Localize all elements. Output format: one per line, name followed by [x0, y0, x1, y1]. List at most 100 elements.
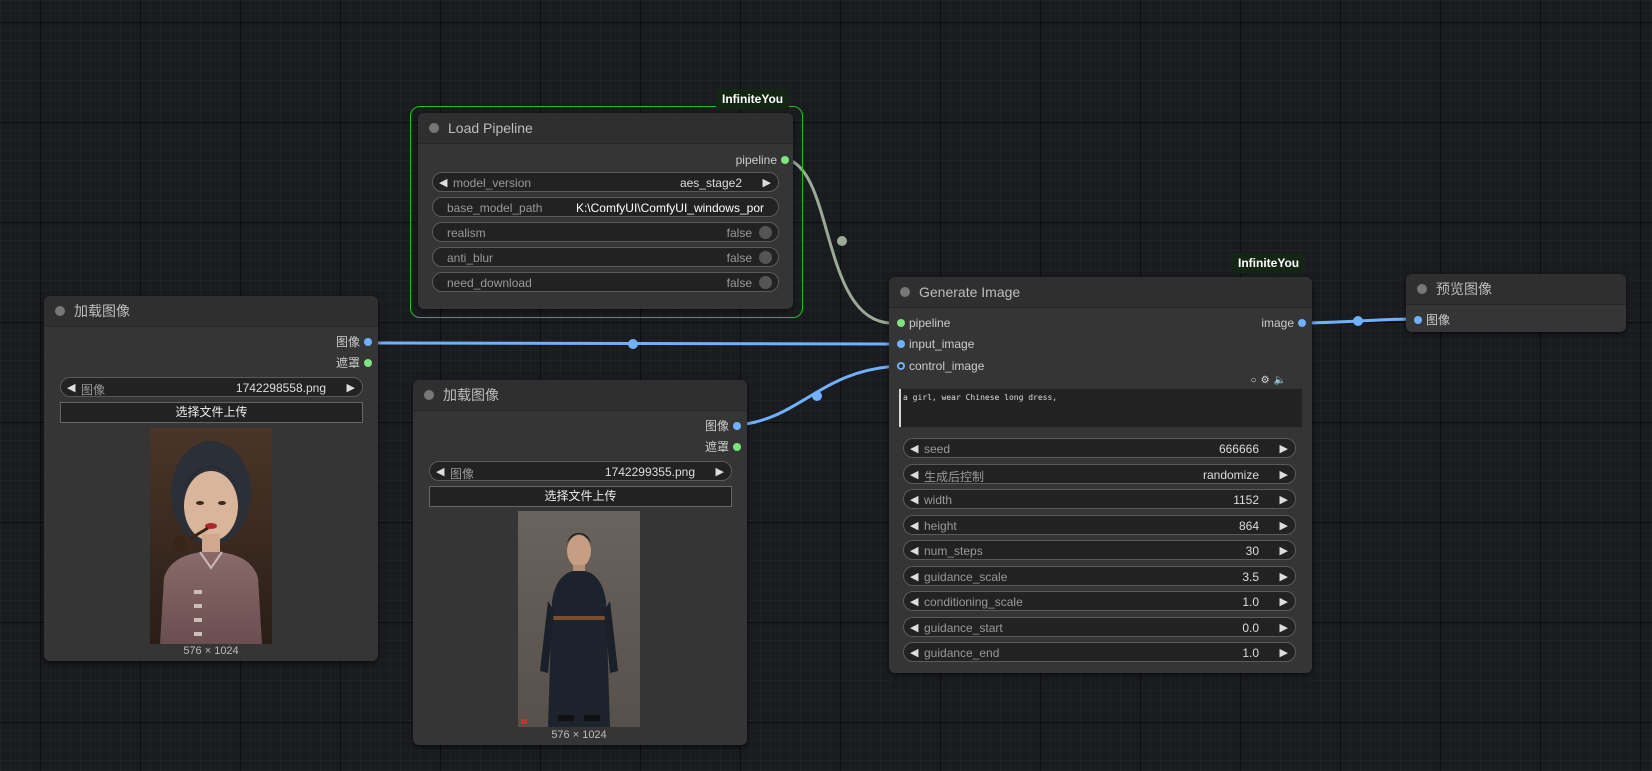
realism-toggle[interactable]: realism false — [432, 222, 779, 242]
circle-icon[interactable]: ○ — [1251, 375, 1261, 386]
link-control-image-midpoint[interactable] — [812, 391, 822, 401]
increment-arrow-icon[interactable]: ▶ — [1280, 519, 1288, 532]
increment-arrow-icon[interactable]: ▶ — [1280, 442, 1288, 455]
upload-button[interactable]: 选择文件上传 — [429, 486, 732, 507]
param-widget-guidance_start[interactable]: ◀ guidance_start 0.0 ▶ — [903, 616, 1296, 637]
increment-arrow-icon[interactable]: ▶ — [1280, 570, 1288, 583]
link-pipeline-midpoint[interactable] — [837, 236, 847, 246]
collapse-dot-icon[interactable] — [424, 390, 434, 400]
input-slot-control-image[interactable]: control_image — [897, 358, 1029, 374]
link-input-image-midpoint[interactable] — [628, 339, 638, 349]
collapse-dot-icon[interactable] — [900, 287, 910, 297]
increment-arrow-icon[interactable]: ▶ — [1280, 646, 1288, 659]
decrement-arrow-icon[interactable]: ◀ — [910, 468, 918, 481]
load-image-1-title[interactable]: 加载图像 — [44, 296, 378, 327]
prompt-textarea[interactable]: a girl, wear Chinese long dress, — [899, 389, 1302, 427]
output-image-dot[interactable] — [733, 422, 741, 430]
model-version-combo[interactable]: ◀ model_version aes_stage2 ▶ — [432, 172, 779, 192]
param-label: guidance_end — [924, 646, 1000, 660]
param-widget-conditioning_scale[interactable]: ◀ conditioning_scale 1.0 ▶ — [903, 591, 1296, 611]
anti-blur-toggle[interactable]: anti_blur false — [432, 247, 779, 267]
output-pipeline-dot[interactable] — [781, 156, 789, 164]
output-slot-image[interactable]: 图像 — [669, 418, 741, 434]
decrement-arrow-icon[interactable]: ◀ — [67, 381, 75, 394]
param-label: guidance_start — [924, 620, 1003, 635]
link-output-image-midpoint[interactable] — [1353, 316, 1363, 326]
decrement-arrow-icon[interactable]: ◀ — [910, 544, 918, 557]
speaker-icon[interactable]: 🔈 — [1274, 375, 1290, 386]
toggle-knob-icon[interactable] — [759, 226, 772, 239]
output-slot-image[interactable]: image — [1214, 315, 1306, 331]
param-value: 666666 — [1218, 442, 1259, 456]
increment-arrow-icon[interactable]: ▶ — [763, 176, 771, 189]
decrement-arrow-icon[interactable]: ◀ — [910, 570, 918, 583]
param-label: num_steps — [924, 544, 983, 558]
collapse-dot-icon[interactable] — [1417, 284, 1427, 294]
output-slot-mask[interactable]: 遮罩 — [300, 355, 372, 371]
decrement-arrow-icon[interactable]: ◀ — [436, 465, 444, 478]
input-pipeline-dot[interactable] — [897, 319, 905, 327]
increment-arrow-icon[interactable]: ▶ — [1280, 544, 1288, 557]
output-mask-dot[interactable] — [733, 443, 741, 451]
increment-arrow-icon[interactable]: ▶ — [716, 465, 724, 478]
param-widget-seed[interactable]: ◀ seed 666666 ▶ — [903, 438, 1296, 458]
preview-image-node[interactable]: 预览图像 图像 — [1406, 274, 1626, 332]
load-image-node-2[interactable]: 加载图像 图像 遮罩 ◀ 图像 1742299355.png ▶ 选择文件上传 … — [413, 380, 747, 745]
param-widget-height[interactable]: ◀ height 864 ▶ — [903, 514, 1296, 535]
load-pipeline-node[interactable]: Load Pipeline pipeline ◀ model_version a… — [418, 113, 793, 309]
collapse-dot-icon[interactable] — [55, 306, 65, 316]
output-slot-pipeline[interactable]: pipeline — [657, 152, 789, 168]
decrement-arrow-icon[interactable]: ◀ — [910, 621, 918, 634]
param-widget-width[interactable]: ◀ width 1152 ▶ — [903, 489, 1296, 509]
link-output-image — [1301, 317, 1415, 325]
param-widget-生成后控制[interactable]: ◀ 生成后控制 randomize ▶ — [903, 463, 1296, 484]
increment-arrow-icon[interactable]: ▶ — [1280, 621, 1288, 634]
image-select-combo[interactable]: ◀ 图像 1742298558.png ▶ — [60, 377, 363, 397]
preview-image-title[interactable]: 预览图像 — [1406, 274, 1626, 305]
load-pipeline-title[interactable]: Load Pipeline — [418, 113, 793, 144]
generate-image-title-text: Generate Image — [919, 284, 1021, 300]
output-slot-image[interactable]: 图像 — [300, 334, 372, 350]
output-image-dot[interactable] — [364, 338, 372, 346]
input-image-dot[interactable] — [1414, 316, 1422, 324]
upload-button[interactable]: 选择文件上传 — [60, 402, 363, 423]
input-pipeline-label: pipeline — [909, 316, 951, 330]
decrement-arrow-icon[interactable]: ◀ — [439, 176, 447, 189]
param-widget-guidance_end[interactable]: ◀ guidance_end 1.0 ▶ — [903, 642, 1296, 662]
collapse-dot-icon[interactable] — [429, 123, 439, 133]
decrement-arrow-icon[interactable]: ◀ — [910, 595, 918, 608]
param-widget-guidance_scale[interactable]: ◀ guidance_scale 3.5 ▶ — [903, 565, 1296, 586]
decrement-arrow-icon[interactable]: ◀ — [910, 442, 918, 455]
decrement-arrow-icon[interactable]: ◀ — [910, 646, 918, 659]
base-model-path-field[interactable]: base_model_path K:\ComfyUI\ComfyUI_windo… — [432, 197, 779, 217]
load-image-2-title[interactable]: 加载图像 — [413, 380, 747, 411]
generate-image-title[interactable]: Generate Image — [889, 277, 1312, 308]
param-value: 3.5 — [1242, 569, 1259, 584]
output-mask-dot[interactable] — [364, 359, 372, 367]
load-image-node-1[interactable]: 加载图像 图像 遮罩 ◀ 图像 1742298558.png ▶ 选择文件上传 … — [44, 296, 378, 661]
increment-arrow-icon[interactable]: ▶ — [1280, 595, 1288, 608]
increment-arrow-icon[interactable]: ▶ — [1280, 468, 1288, 481]
increment-arrow-icon[interactable]: ▶ — [347, 381, 355, 394]
decrement-arrow-icon[interactable]: ◀ — [910, 519, 918, 532]
gear-icon[interactable]: ⚙ — [1261, 375, 1274, 386]
toggle-knob-icon[interactable] — [759, 251, 772, 264]
param-widget-num_steps[interactable]: ◀ num_steps 30 ▶ — [903, 540, 1296, 560]
image-select-combo[interactable]: ◀ 图像 1742299355.png ▶ — [429, 461, 732, 481]
input-slot-image[interactable]: 图像 — [1414, 312, 1506, 328]
prompt-toolbar: ○⚙🔈 — [1251, 375, 1290, 386]
toggle-knob-icon[interactable] — [759, 276, 772, 289]
param-label: width — [924, 493, 953, 507]
param-value: 1152 — [1233, 493, 1259, 507]
need-download-toggle[interactable]: need_download false — [432, 272, 779, 292]
input-slot-pipeline[interactable]: pipeline — [897, 315, 1029, 331]
anti-blur-value: false — [726, 251, 752, 265]
control-image-dot[interactable] — [897, 362, 905, 370]
generate-image-node[interactable]: Generate Image pipeline input_image cont… — [889, 277, 1312, 673]
output-image-dot[interactable] — [1298, 319, 1306, 327]
input-slot-input-image[interactable]: input_image — [897, 336, 1029, 352]
output-slot-mask[interactable]: 遮罩 — [669, 439, 741, 455]
increment-arrow-icon[interactable]: ▶ — [1280, 493, 1288, 506]
input-image-dot[interactable] — [897, 340, 905, 348]
decrement-arrow-icon[interactable]: ◀ — [910, 493, 918, 506]
